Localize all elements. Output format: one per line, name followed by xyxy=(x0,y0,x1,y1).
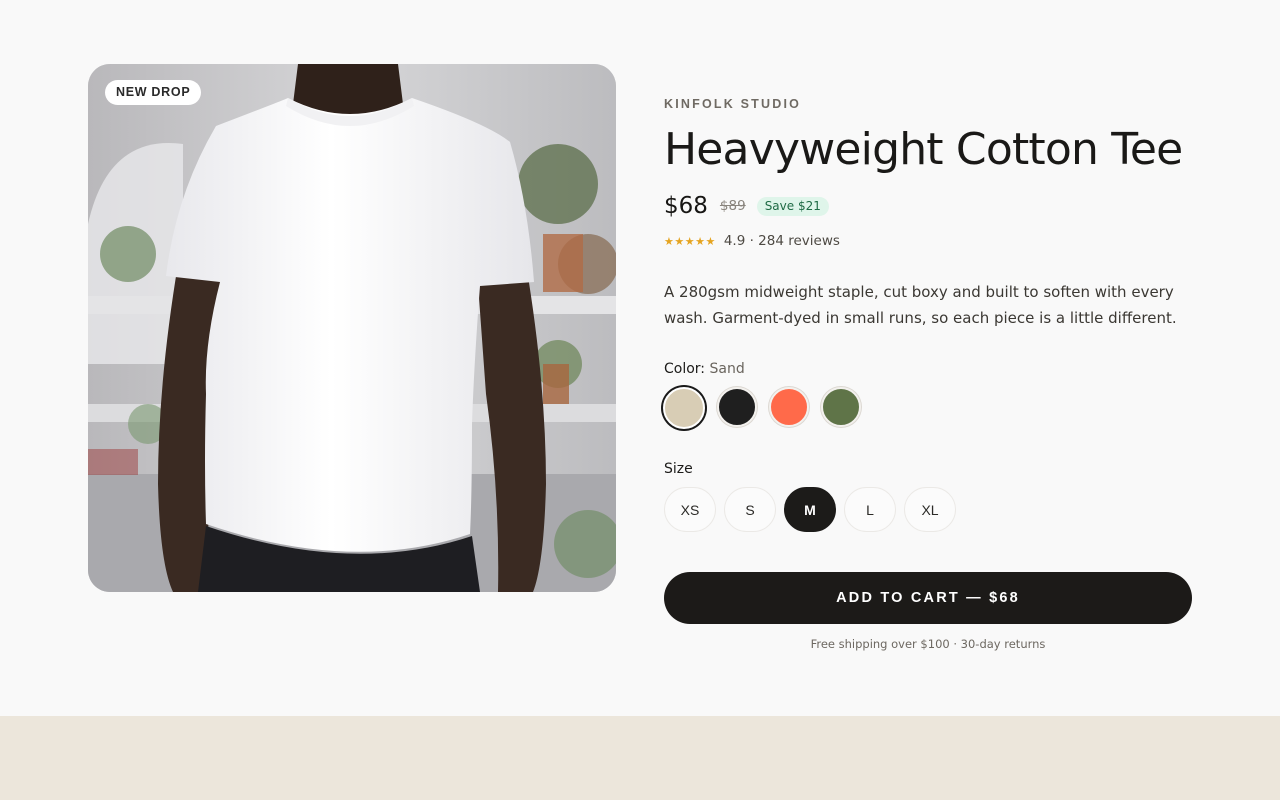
new-drop-badge: NEW DROP xyxy=(105,80,202,105)
product-description: A 280gsm midweight staple, cut boxy and … xyxy=(664,283,1177,327)
selected-color-name: Sand xyxy=(709,361,745,377)
tee-photo-illustration xyxy=(88,64,616,592)
size-option-l[interactable]: L xyxy=(844,487,896,532)
size-option-s[interactable]: S xyxy=(724,487,776,532)
current-price: $68 xyxy=(664,193,708,219)
add-to-cart-button[interactable]: ADD TO CART — $68 xyxy=(664,572,1192,624)
product-image[interactable] xyxy=(88,64,616,592)
rating-text[interactable]: 4.9 · 284 reviews xyxy=(724,233,840,249)
brand-name[interactable]: KINFOLK STUDIO xyxy=(664,97,801,111)
size-option-m[interactable]: M xyxy=(784,487,836,532)
color-swatch-olive[interactable] xyxy=(821,387,861,427)
size-option-xs[interactable]: XS xyxy=(664,487,716,532)
price-row: $68 $89 Save $21 xyxy=(664,192,829,220)
color-swatches xyxy=(663,387,861,429)
size-options: XS S M L XL xyxy=(664,487,956,532)
rating-summary[interactable]: ★★★★★ 4.9 · 284 reviews xyxy=(664,233,840,249)
color-swatch-black[interactable] xyxy=(717,387,757,427)
size-label: Size xyxy=(664,461,693,477)
shipping-note: Free shipping over $100 · 30-day returns xyxy=(810,637,1046,651)
color-label-text: Color: xyxy=(664,361,706,377)
savings-badge: Save $21 xyxy=(756,196,829,216)
product-title: Heavyweight Cotton Tee xyxy=(664,124,1183,175)
color-swatch-coral[interactable] xyxy=(769,387,809,427)
footer-band xyxy=(0,716,1280,800)
original-price: $89 xyxy=(719,198,746,214)
color-swatch-sand[interactable] xyxy=(663,387,705,429)
color-label: Color: Sand xyxy=(664,361,745,377)
size-option-xl[interactable]: XL xyxy=(904,487,956,532)
star-rating-icon: ★★★★★ xyxy=(664,234,716,248)
